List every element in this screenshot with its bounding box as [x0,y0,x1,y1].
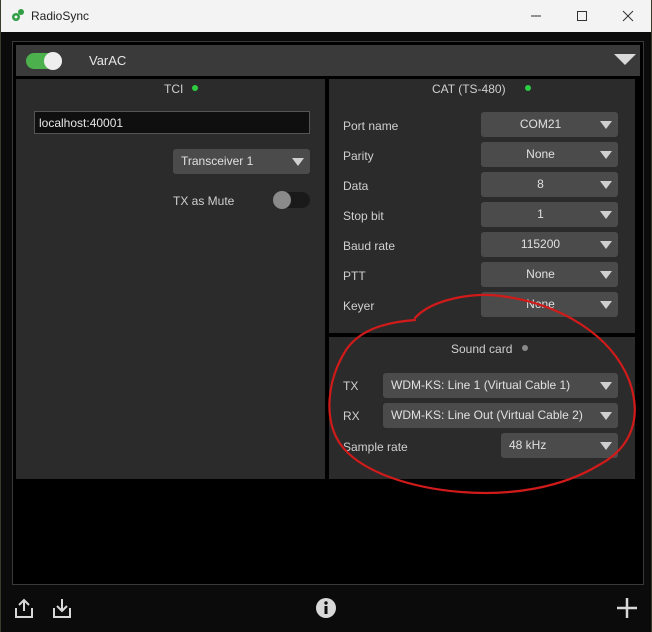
app-window: RadioSync VarAC TCI Transceiver 1 TX as … [1,0,651,632]
info-icon[interactable] [315,597,337,619]
red-annotation-circle [328,293,636,495]
export-icon[interactable] [13,597,35,619]
add-icon[interactable] [616,597,638,619]
import-icon[interactable] [51,597,73,619]
